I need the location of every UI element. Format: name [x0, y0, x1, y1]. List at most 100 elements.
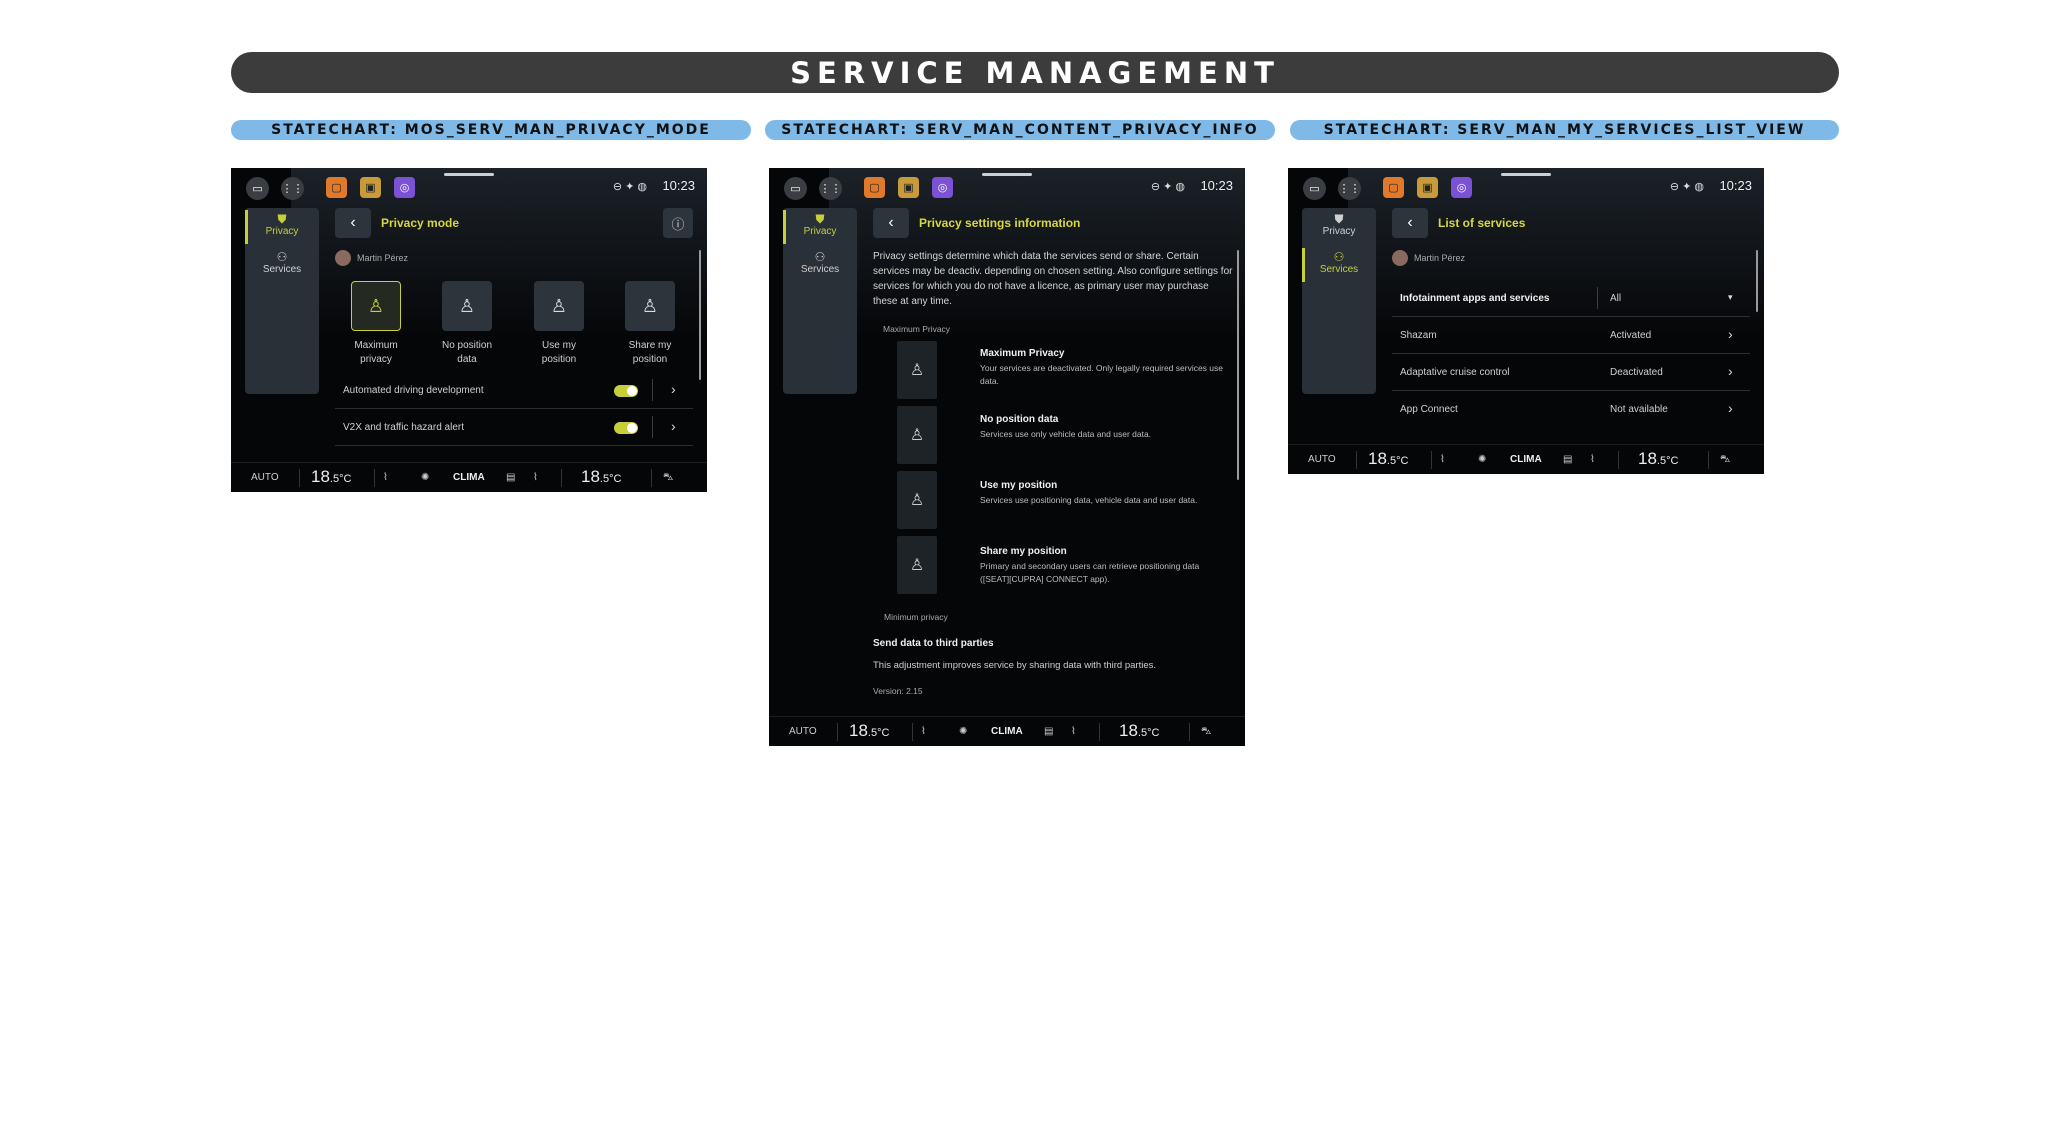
car-icon[interactable]: ⛍ — [1201, 726, 1211, 739]
level-desc: Services use positioning data, vehicle d… — [980, 495, 1198, 505]
fan-icon[interactable]: ✺ — [421, 472, 429, 483]
app-purple-icon[interactable]: ◎ — [394, 177, 415, 198]
temp-right[interactable]: 18.5°C — [581, 467, 621, 487]
seat-heat-icon[interactable]: ⌇ — [1440, 454, 1445, 465]
temp-left[interactable]: 18.5°C — [849, 721, 889, 741]
status-icons: ⊖ ✦ ◍ — [612, 181, 647, 193]
avatar — [1392, 250, 1408, 266]
screen-services-list: ▭ ⋮⋮ ▢ ▣ ◎ ⊖ ✦ ◍ 10:23 ⛊ Privacy ⚇ Servi… — [1288, 168, 1764, 474]
side-nav: ⛊ Privacy ⚇ Services — [783, 208, 857, 394]
scrollbar[interactable] — [1756, 250, 1758, 312]
seat-heat-icon[interactable]: ⌇ — [921, 726, 926, 737]
grid-icon[interactable]: ⋮⋮ — [819, 177, 842, 200]
nav-item-privacy[interactable]: ⛊ Privacy — [783, 210, 857, 244]
scrollbar[interactable] — [699, 250, 701, 380]
app-orange-icon[interactable]: ▢ — [326, 177, 347, 198]
app-gold-icon[interactable]: ▣ — [898, 177, 919, 198]
mode-no-position-data[interactable]: ♙ No position data — [430, 281, 504, 367]
toggle-switch[interactable] — [614, 422, 638, 434]
nav-item-services[interactable]: ⚇ Services — [783, 248, 857, 282]
third-parties-title: Send data to third parties — [873, 638, 994, 649]
statechart-label-privacy-info: STATECHART: SERV_MAN_CONTENT_PRIVACY_INF… — [765, 120, 1275, 140]
seat-heat-icon[interactable]: ⌇ — [1590, 454, 1595, 465]
grid-icon[interactable]: ⋮⋮ — [1338, 177, 1361, 200]
filter-dropdown[interactable]: All — [1610, 293, 1621, 304]
seat-heat-icon[interactable]: ⌇ — [533, 472, 538, 483]
person-outline-icon: ♙ — [897, 406, 937, 464]
temp-right[interactable]: 18.5°C — [1119, 721, 1159, 741]
car-icon[interactable]: ⛍ — [663, 472, 673, 485]
chevron-right-icon[interactable]: › — [1728, 400, 1733, 416]
toggle-switch[interactable] — [614, 385, 638, 397]
page-title: SERVICE MANAGEMENT — [790, 55, 1280, 90]
person-location-icon: ♙ — [897, 471, 937, 529]
status-bar: ▭ ⋮⋮ ▢ ▣ ◎ ⊖ ✦ ◍ 10:23 — [769, 168, 1245, 202]
drag-handle[interactable] — [444, 173, 494, 176]
min-privacy-label: Minimum privacy — [884, 612, 948, 622]
nav-item-privacy[interactable]: ⛊ Privacy — [245, 210, 319, 244]
side-nav: ⛊ Privacy ⚇ Services — [1302, 208, 1376, 394]
screen-privacy-mode: ▭ ⋮⋮ ▢ ▣ ◎ ⊖ ✦ ◍ 10:23 ⛊ Privacy ⚇ Servi… — [231, 168, 707, 492]
drag-handle[interactable] — [1501, 173, 1551, 176]
app-orange-icon[interactable]: ▢ — [864, 177, 885, 198]
service-row[interactable]: Shazam Activated › — [1392, 318, 1750, 354]
drag-handle[interactable] — [982, 173, 1032, 176]
seat-heat-icon[interactable]: ⌇ — [1071, 726, 1076, 737]
setting-row[interactable]: V2X and traffic hazard alert › — [335, 410, 693, 446]
defrost-icon[interactable]: ▤ — [1563, 454, 1572, 465]
nav-item-services[interactable]: ⚇ Services — [245, 248, 319, 282]
status-bar: ▭ ⋮⋮ ▢ ▣ ◎ ⊖ ✦ ◍ 10:23 — [231, 168, 707, 202]
grid-icon[interactable]: ⋮⋮ — [281, 177, 304, 200]
back-button[interactable]: ‹ — [873, 208, 909, 238]
app-gold-icon[interactable]: ▣ — [1417, 177, 1438, 198]
chevron-right-icon[interactable]: › — [671, 418, 676, 434]
app-purple-icon[interactable]: ◎ — [1451, 177, 1472, 198]
mode-share-my-position[interactable]: ♙ Share my position — [613, 281, 687, 367]
temp-left[interactable]: 18.5°C — [1368, 449, 1408, 469]
nav-item-services[interactable]: ⚇ Services — [1302, 248, 1376, 282]
temp-right[interactable]: 18.5°C — [1638, 449, 1678, 469]
info-icon: ⓘ — [671, 216, 685, 232]
card-icon[interactable]: ▭ — [246, 177, 269, 200]
scrollbar[interactable] — [1237, 250, 1239, 480]
defrost-icon[interactable]: ▤ — [506, 472, 515, 483]
app-purple-icon[interactable]: ◎ — [932, 177, 953, 198]
seat-heat-icon[interactable]: ⌇ — [383, 472, 388, 483]
chevron-right-icon[interactable]: › — [1728, 363, 1733, 379]
person-share-icon: ♙ — [897, 536, 937, 594]
fan-icon[interactable]: ✺ — [1478, 454, 1486, 465]
fan-icon[interactable]: ✺ — [959, 726, 967, 737]
person-share-icon: ♙ — [625, 281, 675, 331]
temp-left[interactable]: 18.5°C — [311, 467, 351, 487]
back-button[interactable]: ‹ — [1392, 208, 1428, 238]
screen-title: Privacy settings information — [919, 216, 1081, 230]
mode-use-my-position[interactable]: ♙ Use my position — [522, 281, 596, 367]
back-arrow-icon: ‹ — [1407, 214, 1413, 231]
screen-title: Privacy mode — [381, 216, 460, 230]
chevron-down-icon[interactable]: ▾ — [1728, 292, 1733, 303]
status-icons: ⊖ ✦ ◍ — [1669, 181, 1704, 193]
nav-item-privacy[interactable]: ⛊ Privacy — [1302, 210, 1376, 244]
car-icon[interactable]: ⛍ — [1720, 454, 1730, 467]
max-privacy-icon: ♙ — [351, 281, 401, 331]
info-button[interactable]: ⓘ — [663, 208, 693, 238]
service-row[interactable]: App Connect Not available › — [1392, 392, 1750, 428]
setting-row[interactable]: Automated driving development › — [335, 373, 693, 409]
clock: 10:23 — [1719, 178, 1752, 193]
screen-privacy-info: ▭ ⋮⋮ ▢ ▣ ◎ ⊖ ✦ ◍ 10:23 ⛊ Privacy ⚇ Servi… — [769, 168, 1245, 746]
side-nav: ⛊ Privacy ⚇ Services — [245, 208, 319, 394]
card-icon[interactable]: ▭ — [1303, 177, 1326, 200]
back-button[interactable]: ‹ — [335, 208, 371, 238]
app-orange-icon[interactable]: ▢ — [1383, 177, 1404, 198]
chevron-right-icon[interactable]: › — [1728, 326, 1733, 342]
defrost-icon[interactable]: ▤ — [1044, 726, 1053, 737]
card-icon[interactable]: ▭ — [784, 177, 807, 200]
filter-row[interactable]: Infotainment apps and services All ▾ — [1392, 281, 1750, 317]
page-title-bar: SERVICE MANAGEMENT — [231, 52, 1839, 93]
max-privacy-icon: ♙ — [897, 341, 937, 399]
chevron-right-icon[interactable]: › — [671, 381, 676, 397]
mode-maximum-privacy[interactable]: ♙ Maximum privacy — [339, 281, 413, 367]
app-gold-icon[interactable]: ▣ — [360, 177, 381, 198]
person-icon: ⚇ — [814, 250, 826, 264]
service-row[interactable]: Adaptative cruise control Deactivated › — [1392, 355, 1750, 391]
